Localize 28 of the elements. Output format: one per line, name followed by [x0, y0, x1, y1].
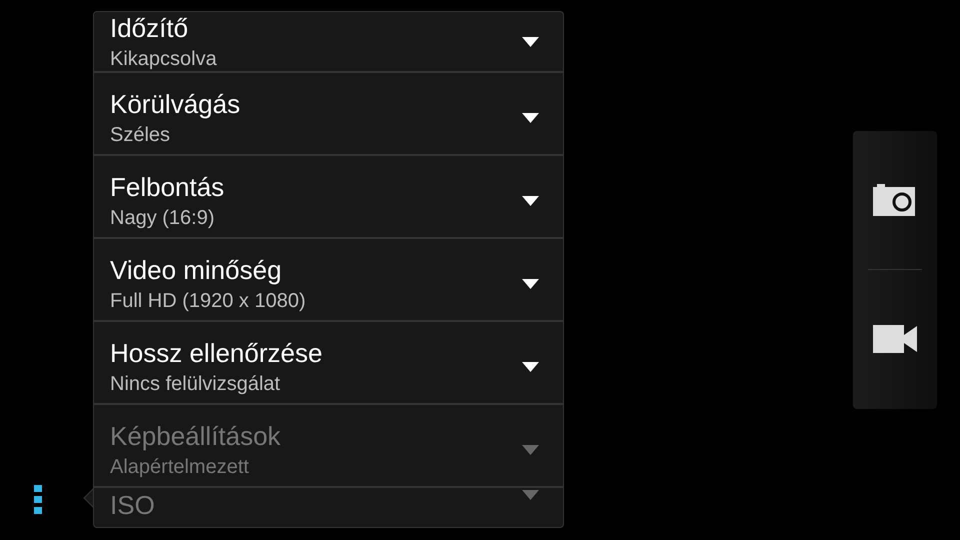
video-camera-icon [873, 325, 917, 353]
setting-title: ISO [110, 490, 155, 520]
setting-value: Kikapcsolva [110, 46, 217, 70]
camera-icon [873, 184, 917, 216]
setting-row[interactable]: Hossz ellenőrzése Nincs felülvizsgálat [94, 322, 563, 405]
setting-title: Képbeállítások [110, 420, 281, 450]
dropdown-arrow-icon [522, 278, 539, 288]
setting-title: Felbontás [110, 172, 224, 202]
setting-title: Hossz ellenőrzése [110, 338, 322, 368]
dropdown-arrow-icon [522, 490, 539, 500]
dropdown-arrow-icon [522, 444, 539, 454]
menu-icon[interactable] [34, 485, 43, 514]
dropdown-arrow-icon [522, 196, 539, 206]
setting-title: Video minőség [110, 254, 283, 284]
dropdown-arrow-icon [522, 112, 539, 122]
setting-row[interactable]: Időzítő Kikapcsolva [94, 12, 563, 73]
setting-title: Körülvágás [110, 88, 240, 118]
setting-value: Széles [110, 122, 172, 146]
dropdown-arrow-icon [522, 362, 539, 372]
setting-title: Időzítő [110, 12, 190, 42]
setting-value: Alapértelmezett [110, 454, 250, 478]
setting-value: Full HD (1920 x 1080) [110, 288, 306, 312]
setting-row[interactable]: Körülvágás Széles [94, 73, 563, 156]
setting-value: Nincs felülvizsgálat [110, 372, 282, 396]
setting-value: Nagy (16:9) [110, 206, 216, 230]
setting-row[interactable]: Video minőség Full HD (1920 x 1080) [94, 239, 563, 322]
setting-row[interactable]: Felbontás Nagy (16:9) [94, 156, 563, 239]
dropdown-arrow-icon [522, 36, 539, 46]
